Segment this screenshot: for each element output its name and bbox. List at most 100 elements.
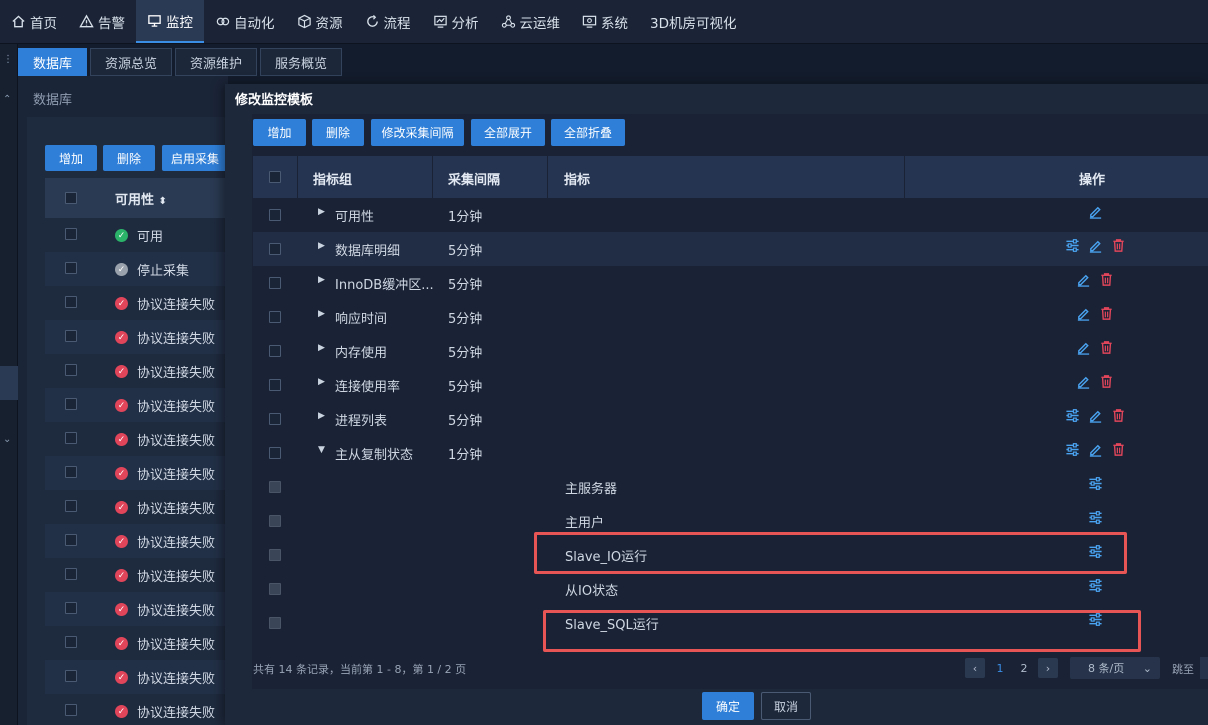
collapse-all-button[interactable]: 全部折叠 bbox=[551, 119, 625, 146]
bg-row-checkbox[interactable] bbox=[65, 636, 77, 648]
row-checkbox[interactable] bbox=[269, 617, 281, 629]
sidebar-selected-item[interactable] bbox=[0, 366, 18, 400]
table-row[interactable]: ▶ 进程列表 5分钟 bbox=[253, 402, 1208, 436]
next-page-button[interactable]: › bbox=[1038, 658, 1058, 678]
nav-flow[interactable]: 流程 bbox=[354, 0, 422, 43]
delete-trash-icon[interactable] bbox=[1111, 408, 1126, 423]
settings-sliders-icon[interactable] bbox=[1088, 578, 1103, 593]
bg-table-row[interactable]: ✓ 协议连接失败 bbox=[45, 660, 227, 694]
menu-icon[interactable]: ⋮ bbox=[3, 54, 13, 65]
cancel-button[interactable]: 取消 bbox=[761, 692, 811, 720]
add-button[interactable]: 增加 bbox=[253, 119, 306, 146]
nav-home[interactable]: 首页 bbox=[0, 0, 68, 43]
nav-resource[interactable]: 资源 bbox=[286, 0, 354, 43]
delete-trash-icon[interactable] bbox=[1111, 238, 1126, 253]
edit-pencil-icon[interactable] bbox=[1076, 306, 1091, 321]
settings-sliders-icon[interactable] bbox=[1088, 476, 1103, 491]
bg-enable-collect-button[interactable]: 启用采集 bbox=[162, 145, 228, 171]
bg-row-checkbox[interactable] bbox=[65, 330, 77, 342]
table-row[interactable]: ▶ 可用性 1分钟 bbox=[253, 198, 1208, 232]
bg-table-row[interactable]: ✓ 协议连接失败 bbox=[45, 592, 227, 626]
bg-table-row[interactable]: ✓ 协议连接失败 bbox=[45, 422, 227, 456]
row-checkbox[interactable] bbox=[269, 277, 281, 289]
bg-table-row[interactable]: ✓ 可用 bbox=[45, 218, 227, 252]
page-2-button[interactable]: 2 bbox=[1014, 658, 1034, 678]
row-checkbox[interactable] bbox=[269, 311, 281, 323]
bg-row-checkbox[interactable] bbox=[65, 262, 77, 274]
row-checkbox[interactable] bbox=[269, 549, 281, 561]
bg-table-row[interactable]: ✓ 协议连接失败 bbox=[45, 626, 227, 660]
bg-table-row[interactable]: ✓ 协议连接失败 bbox=[45, 286, 227, 320]
page-size-select[interactable]: 8 条/页 ⌄ bbox=[1070, 657, 1160, 679]
row-checkbox[interactable] bbox=[269, 243, 281, 255]
settings-sliders-icon[interactable] bbox=[1065, 408, 1080, 423]
nav-automation[interactable]: 自动化 bbox=[204, 0, 286, 43]
bg-row-checkbox[interactable] bbox=[65, 534, 77, 546]
edit-pencil-icon[interactable] bbox=[1088, 204, 1103, 219]
row-checkbox[interactable] bbox=[269, 413, 281, 425]
bg-row-checkbox[interactable] bbox=[65, 602, 77, 614]
bg-table-row[interactable]: ✓ 协议连接失败 bbox=[45, 320, 227, 354]
caret-right-icon[interactable]: ▶ bbox=[318, 377, 325, 387]
row-checkbox[interactable] bbox=[269, 481, 281, 493]
edit-pencil-icon[interactable] bbox=[1076, 340, 1091, 355]
row-checkbox[interactable] bbox=[269, 345, 281, 357]
page-1-button[interactable]: 1 bbox=[990, 658, 1010, 678]
bg-row-checkbox[interactable] bbox=[65, 432, 77, 444]
bg-add-button[interactable]: 增加 bbox=[45, 145, 97, 171]
table-row[interactable]: ▶ 内存使用 5分钟 bbox=[253, 334, 1208, 368]
caret-right-icon[interactable]: ▶ bbox=[318, 207, 325, 217]
table-row[interactable]: ▼ 主从复制状态 1分钟 bbox=[253, 436, 1208, 470]
row-checkbox[interactable] bbox=[269, 379, 281, 391]
bg-table-row[interactable]: ✓ 协议连接失败 bbox=[45, 558, 227, 592]
bg-table-row[interactable]: ✓ 停止采集 bbox=[45, 252, 227, 286]
bg-row-checkbox[interactable] bbox=[65, 670, 77, 682]
nav-cloud-ops[interactable]: 云运维 bbox=[490, 0, 572, 43]
caret-down-icon[interactable]: ▼ bbox=[318, 445, 325, 455]
delete-trash-icon[interactable] bbox=[1099, 340, 1114, 355]
nav-3d-room[interactable]: 3D机房可视化 bbox=[639, 0, 747, 43]
edit-pencil-icon[interactable] bbox=[1088, 408, 1103, 423]
jump-input[interactable] bbox=[1200, 657, 1208, 679]
bg-table-row[interactable]: ✓ 协议连接失败 bbox=[45, 388, 227, 422]
delete-trash-icon[interactable] bbox=[1111, 442, 1126, 457]
caret-right-icon[interactable]: ▶ bbox=[318, 275, 325, 285]
edit-pencil-icon[interactable] bbox=[1088, 442, 1103, 457]
bg-select-all-checkbox[interactable] bbox=[65, 192, 77, 204]
bg-row-checkbox[interactable] bbox=[65, 398, 77, 410]
sub-metric-row[interactable]: 主服务器 bbox=[253, 470, 1208, 504]
sub-metric-row[interactable]: 从IO状态 bbox=[253, 572, 1208, 606]
table-row[interactable]: ▶ 响应时间 5分钟 bbox=[253, 300, 1208, 334]
row-checkbox[interactable] bbox=[269, 515, 281, 527]
nav-analysis[interactable]: 分析 bbox=[422, 0, 490, 43]
prev-page-button[interactable]: ‹ bbox=[965, 658, 985, 678]
ok-button[interactable]: 确定 bbox=[702, 692, 754, 720]
table-row[interactable]: ▶ 数据库明细 5分钟 bbox=[253, 232, 1208, 266]
tab-service-overview[interactable]: 服务概览 bbox=[260, 48, 343, 76]
delete-trash-icon[interactable] bbox=[1099, 374, 1114, 389]
chevron-up-icon[interactable]: ⌃ bbox=[3, 94, 11, 105]
edit-pencil-icon[interactable] bbox=[1076, 272, 1091, 287]
settings-sliders-icon[interactable] bbox=[1088, 510, 1103, 525]
bg-column-availability[interactable]: 可用性 ⬍ bbox=[115, 189, 167, 208]
bg-table-row[interactable]: ✓ 协议连接失败 bbox=[45, 490, 227, 524]
tab-resource-overview[interactable]: 资源总览 bbox=[90, 48, 173, 76]
tab-resource-maintenance[interactable]: 资源维护 bbox=[175, 48, 258, 76]
bg-table-row[interactable]: ✓ 协议连接失败 bbox=[45, 354, 227, 388]
bg-row-checkbox[interactable] bbox=[65, 466, 77, 478]
settings-sliders-icon[interactable] bbox=[1065, 442, 1080, 457]
bg-row-checkbox[interactable] bbox=[65, 296, 77, 308]
select-all-checkbox[interactable] bbox=[269, 171, 281, 183]
delete-trash-icon[interactable] bbox=[1099, 272, 1114, 287]
nav-alarm[interactable]: 告警 bbox=[68, 0, 136, 43]
delete-button[interactable]: 删除 bbox=[312, 119, 364, 146]
bg-delete-button[interactable]: 删除 bbox=[103, 145, 155, 171]
caret-right-icon[interactable]: ▶ bbox=[318, 309, 325, 319]
bg-table-row[interactable]: ✓ 协议连接失败 bbox=[45, 456, 227, 490]
bg-row-checkbox[interactable] bbox=[65, 568, 77, 580]
edit-pencil-icon[interactable] bbox=[1088, 238, 1103, 253]
chevron-down-icon[interactable]: ⌄ bbox=[3, 434, 11, 445]
caret-right-icon[interactable]: ▶ bbox=[318, 241, 325, 251]
caret-right-icon[interactable]: ▶ bbox=[318, 411, 325, 421]
bg-table-row[interactable]: ✓ 协议连接失败 bbox=[45, 524, 227, 558]
